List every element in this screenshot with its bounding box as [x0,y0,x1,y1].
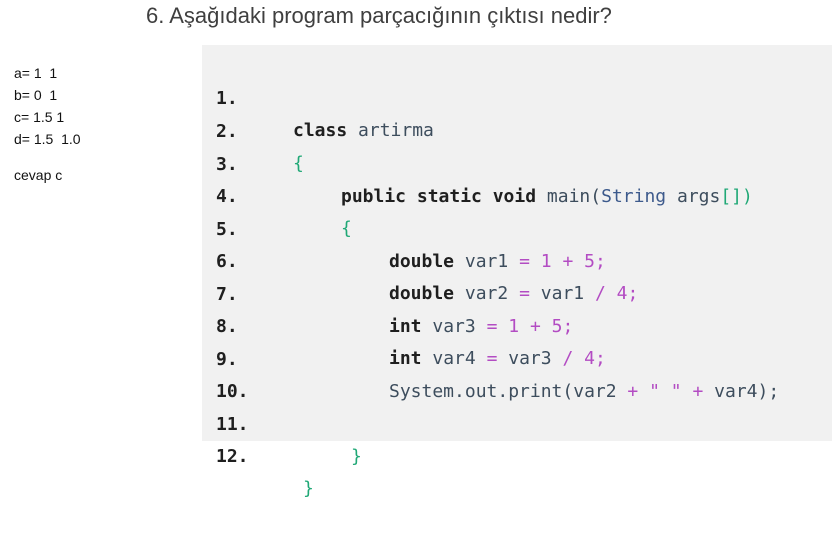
answer-option-b: b= 0 1 [14,87,58,103]
string-literal: " " [649,381,682,402]
operator: = [519,251,530,272]
code-line-9: 9. System.out.print(var2 + " " + var4); [202,312,779,402]
answer-notes: a= 1 1 b= 0 1 c= 1.5 1 d= 1.5 1.0 cevap … [14,62,81,186]
param-name: args [676,186,721,207]
code-line-4: 4. { [202,149,352,239]
code-line-6: 6. double var2 = var1 / 4; [202,214,638,304]
operator: + [529,316,541,337]
variable-name: var3 [508,348,552,369]
keyword-class: class [293,120,348,141]
variable-name: var2 [464,283,509,304]
code-text: public static void main(String args[]) [341,181,753,213]
type-keyword: int [389,348,422,369]
number-literal: 1 [508,316,520,337]
code-text: double var1 = 1 + 5; [389,246,606,278]
class-name: artirma [358,120,434,141]
code-line-8: 8. int var4 = var3 / 4; [202,279,606,369]
answer-option-a: a= 1 1 [14,65,58,81]
answer-result: cevap c [14,167,63,183]
number-literal: 5 [551,316,563,337]
variable-name: var4 [432,348,476,369]
answer-option-c: c= 1.5 1 [14,109,65,125]
operator: + [692,381,704,402]
operator: = [519,283,530,304]
number-literal: 4 [584,348,595,369]
operator: / [562,348,574,369]
closing-brackets: []) [720,186,753,207]
question-title: 6. Aşağıdaki program parçacığının çıktıs… [146,3,612,28]
type-keyword: double [389,251,455,272]
operator: / [594,283,606,304]
code-text: double var2 = var1 / 4; [389,278,638,310]
code-panel: 1. class artirma 2. { 3. public static v… [202,45,832,499]
code-line-3: 3. public static void main(String args[]… [202,117,753,207]
variable-name: var1 [464,251,509,272]
code-text: int var4 = var3 / 4; [389,343,606,375]
operator: + [562,251,574,272]
operator: = [486,348,498,369]
number-literal: 1 [540,251,552,272]
variable-name: var3 [432,316,476,337]
open-brace: { [341,218,352,239]
semicolon: ; [562,316,574,337]
code-line-1: 1. class artirma [202,51,434,141]
close-brace: } [303,478,314,499]
print-argument: var4); [714,381,780,402]
param-type: String [601,186,667,207]
answer-gap [14,150,81,164]
semicolon: ; [594,348,606,369]
print-call: System.out.print(var2 [389,381,617,402]
operator: = [486,316,498,337]
code-line-2: 2. { [202,84,304,174]
number-literal: 5 [584,251,595,272]
code-line-10: 10. [202,344,249,402]
method-name: main( [546,186,602,207]
open-brace: { [293,153,304,174]
semicolon: ; [594,251,606,272]
line-number: 12. [216,446,249,467]
close-brace: } [351,446,362,467]
answer-option-d: d= 1.5 1.0 [14,131,81,147]
type-keyword: double [389,283,455,304]
code-line-5: 5. double var1 = 1 + 5; [202,182,606,272]
code-line-11: 11. } [202,377,362,467]
type-keyword: int [389,316,422,337]
operator: + [627,381,639,402]
code-text: System.out.print(var2 + " " + var4); [389,376,779,408]
code-text: int var3 = 1 + 5; [389,311,573,343]
code-line-12: 12. } [202,409,314,499]
variable-name: var1 [540,283,585,304]
method-modifiers: public static void [341,186,537,207]
semicolon: ; [627,283,639,304]
number-literal: 4 [616,283,628,304]
code-text: class artirma [293,115,434,147]
code-line-7: 7. int var3 = 1 + 5; [202,247,573,337]
